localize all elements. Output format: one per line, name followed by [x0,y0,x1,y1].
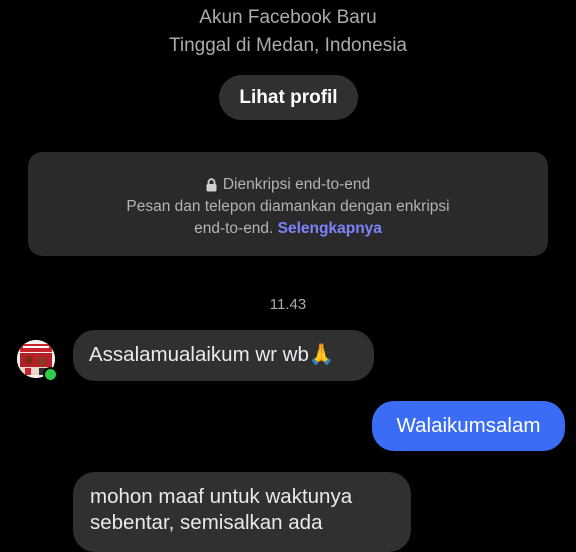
encryption-body-line2: end-to-end. [194,220,274,237]
encryption-body-line1: Pesan dan telepon diamankan dengan enkri… [126,198,450,215]
encryption-notice-card: Dienkripsi end-to-end Pesan dan telepon … [28,152,548,256]
profile-subtitle: Akun Facebook Baru [199,7,377,28]
profile-location: Tinggal di Medan, Indonesia [168,35,407,56]
incoming-message-bubble[interactable]: mohon maaf untuk waktunya sebentar, semi… [73,472,411,552]
online-status-indicator [43,367,58,382]
encryption-title: Dienkripsi end-to-end [222,176,371,193]
lock-icon [206,178,217,192]
encryption-body-line2-row: end-to-end. Selengkapnya [28,218,548,240]
encryption-title-row: Dienkripsi end-to-end [28,174,548,196]
message-timestamp: 11.43 [269,296,307,313]
outgoing-message-bubble[interactable]: Walaikumsalam [372,401,565,451]
learn-more-link[interactable]: Selengkapnya [278,220,382,237]
incoming-message-bubble[interactable]: Assalamualaikum wr wb🙏 [73,330,374,381]
view-profile-button[interactable]: Lihat profil [219,75,358,120]
